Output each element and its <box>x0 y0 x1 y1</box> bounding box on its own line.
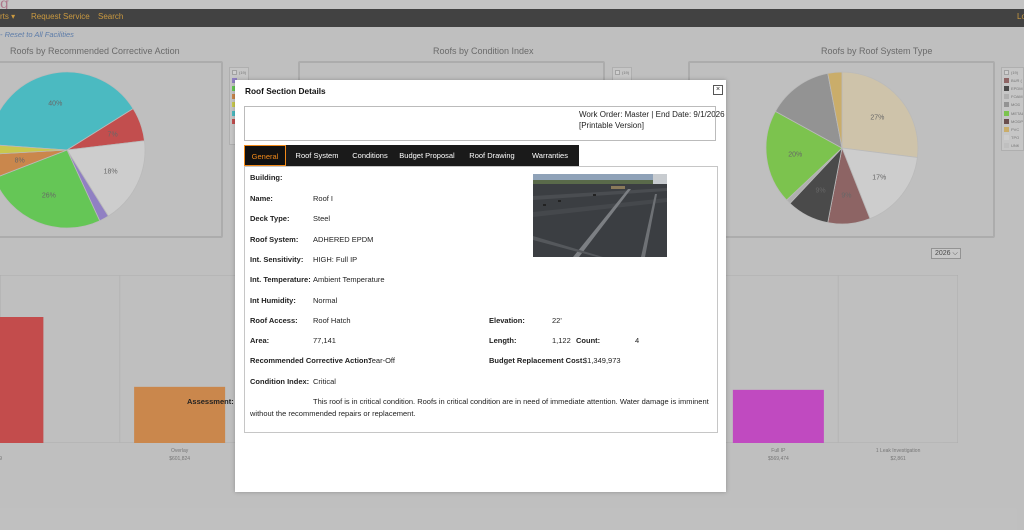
roof-section-details-dialog: Roof Section Details × Work Order: Maste… <box>187 80 726 492</box>
tab-conditions[interactable]: Conditions <box>348 145 392 166</box>
work-order-box: Work Order: Master | End Date: 9/1/2026 … <box>244 106 725 141</box>
elevation-value: 22' <box>552 316 562 325</box>
int-humidity-value: Normal <box>313 296 338 305</box>
int-humidity-label: Int Humidity: <box>250 296 296 305</box>
deck-type-value: Steel <box>313 214 331 223</box>
close-button[interactable]: × <box>713 85 723 95</box>
area-value: 77,141 <box>313 336 336 345</box>
corrective-action-value: Tear-Off <box>368 356 395 365</box>
condition-index-value: Critical <box>313 377 336 386</box>
tab-warranties[interactable]: Warranties <box>524 145 576 166</box>
roof-photo-image <box>533 174 667 257</box>
int-sensitivity-value: HIGH: Full IP <box>313 255 358 264</box>
name-value: Roof I <box>313 194 334 203</box>
assessment: Assessment: This roof is in critical cond… <box>187 396 710 420</box>
budget-replacement-cost-value: $1,349,973 <box>583 356 621 365</box>
int-sensitivity-label: Int. Sensitivity: <box>250 255 304 264</box>
roof-access-value: Roof Hatch <box>313 316 351 325</box>
name-label: Name: <box>250 194 273 203</box>
budget-replacement-cost-label: Budget Replacement Cost: <box>489 356 585 365</box>
count-value: 4 <box>635 336 640 345</box>
roof-photo[interactable] <box>533 174 667 257</box>
detail-tabs: General Roof System Conditions Budget Pr… <box>244 145 579 166</box>
corrective-action-label: Recommended Corrective Action: <box>250 356 371 365</box>
deck-type-label: Deck Type: <box>250 214 290 223</box>
int-temperature-value: Ambient Temperature <box>313 275 385 284</box>
count-label: Count: <box>576 336 601 345</box>
assessment-text: This roof is in critical condition. Roof… <box>250 397 709 418</box>
building-label: Building: <box>250 173 283 182</box>
elevation-label: Elevation: <box>489 316 525 325</box>
dialog-title: Roof Section Details <box>245 86 326 96</box>
assessment-label: Assessment: <box>187 397 234 406</box>
tab-general[interactable]: General <box>244 145 286 166</box>
roof-system-label: Roof System: <box>250 235 299 244</box>
length-value: 1,122 <box>552 336 571 345</box>
roof-system-value: ADHERED EPDM <box>313 235 374 244</box>
length-label: Length: <box>489 336 517 345</box>
roof-access-label: Roof Access: <box>250 316 298 325</box>
work-order-text: Work Order: Master | End Date: 9/1/2026 <box>579 110 725 119</box>
condition-index-label: Condition Index: <box>250 377 310 386</box>
tab-roof-drawing[interactable]: Roof Drawing <box>463 145 521 166</box>
printable-version-link[interactable]: [Printable Version] <box>579 121 644 130</box>
tab-budget-proposal[interactable]: Budget Proposal <box>394 145 460 166</box>
tab-roof-system[interactable]: Roof System <box>288 145 346 166</box>
general-tab-content: Building: Name: Roof I Deck Type: Steel … <box>187 166 718 433</box>
int-temperature-label: Int. Temperature: <box>250 275 311 284</box>
area-label: Area: <box>250 336 270 345</box>
